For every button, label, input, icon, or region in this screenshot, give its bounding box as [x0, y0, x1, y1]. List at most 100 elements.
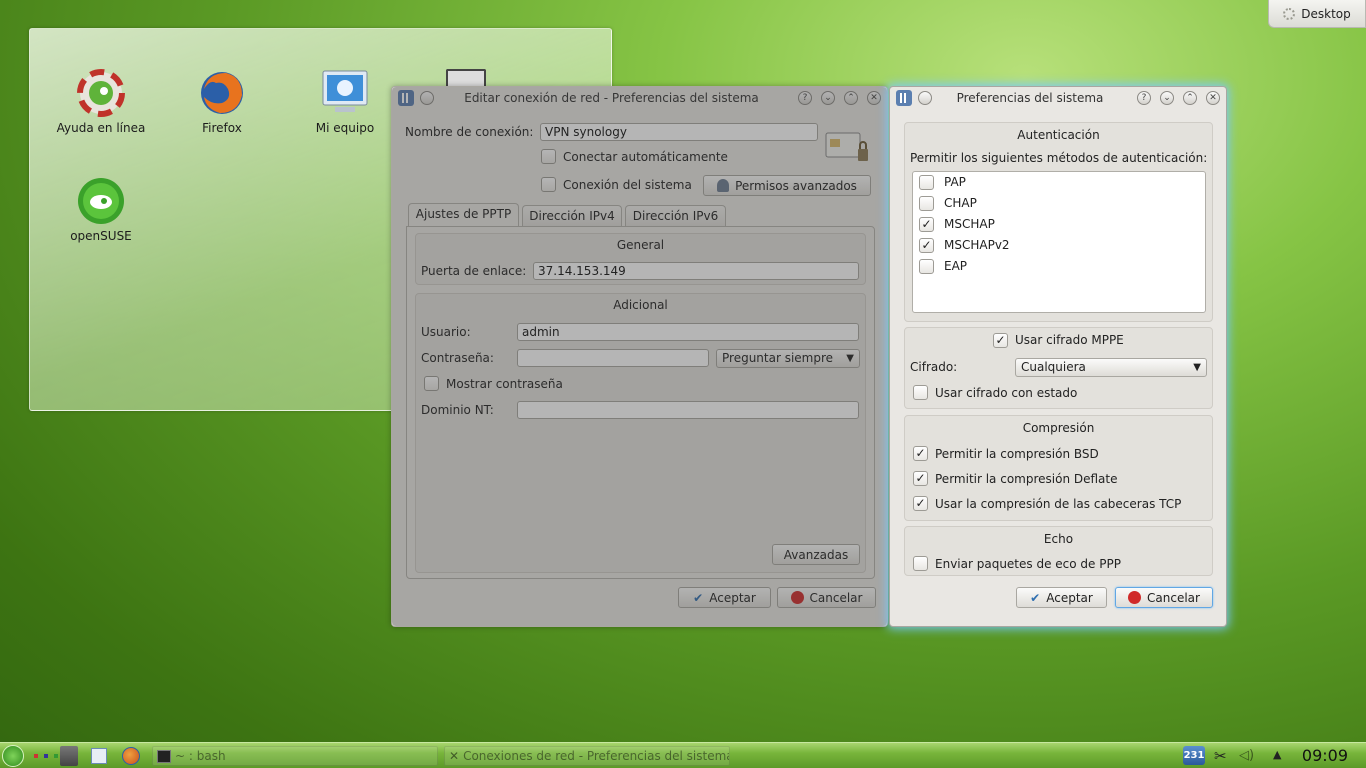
ok-label: Aceptar — [709, 590, 756, 605]
mppe-checkbox[interactable]: ✓ — [993, 333, 1008, 348]
desktop-icon-firefox[interactable]: Firefox — [167, 69, 277, 135]
password-mode-select[interactable]: Preguntar siempre ▼ — [716, 349, 860, 368]
menu-circle-icon[interactable] — [420, 91, 434, 105]
advanced-permissions-button[interactable]: Permisos avanzados — [703, 175, 871, 196]
cipher-value: Cualquiera — [1021, 360, 1086, 374]
cipher-select[interactable]: Cualquiera ▼ — [1015, 358, 1207, 377]
ok-button[interactable]: ✔ Aceptar — [1016, 587, 1107, 608]
task-network-connections[interactable]: ✕ Conexiones de red - Preferencias del s… — [444, 746, 730, 766]
stateful-label: Usar cifrado con estado — [935, 386, 1078, 400]
auto-connect-checkbox[interactable] — [541, 149, 556, 164]
tcp-header-label: Usar la compresión de las cabeceras TCP — [935, 497, 1182, 511]
desktop-icon-label: openSUSE — [70, 229, 132, 243]
desktop-toolbox-button[interactable]: Desktop — [1268, 0, 1366, 28]
close-button[interactable]: ✕ — [867, 91, 881, 105]
preferences-window[interactable]: Preferencias del sistema ? ⌄ ⌃ ✕ Autenti… — [889, 86, 1227, 627]
maximize-button[interactable]: ⌃ — [1183, 91, 1197, 105]
list-item-label: MSCHAPv2 — [944, 238, 1010, 252]
pager-icon[interactable] — [60, 746, 78, 766]
chevron-up-icon[interactable]: ▲ — [1273, 748, 1281, 761]
nt-domain-input[interactable] — [517, 401, 859, 419]
desktop-icon-opensuse[interactable]: openSUSE — [46, 177, 156, 243]
tab-panel: General Puerta de enlace: 37.14.153.149 … — [406, 226, 875, 579]
password-input[interactable] — [517, 349, 709, 367]
tab-ipv4[interactable]: Dirección IPv4 — [522, 205, 622, 227]
additional-group: Adicional Usuario: admin Contraseña: Pre… — [415, 293, 866, 573]
echo-checkbox[interactable] — [913, 556, 928, 571]
ok-button[interactable]: ✔ Aceptar — [678, 587, 771, 608]
cancel-label: Cancelar — [809, 590, 863, 605]
stateful-checkbox[interactable] — [913, 385, 928, 400]
cancel-button[interactable]: Cancelar — [1115, 587, 1213, 608]
auth-methods-list[interactable]: PAP CHAP ✓ MSCHAP ✓ MSCHAPv2 EAP — [912, 171, 1206, 313]
kickoff-menu-icon[interactable] — [2, 745, 24, 767]
system-connection-label: Conexión del sistema — [563, 178, 692, 192]
desktop-icon-label: Mi equipo — [315, 121, 375, 135]
opensuse-icon — [77, 177, 125, 225]
nt-domain-label: Dominio NT: — [421, 403, 494, 417]
deflate-checkbox[interactable]: ✓ — [913, 471, 928, 486]
pap-checkbox[interactable] — [919, 174, 934, 190]
file-manager-icon[interactable] — [91, 748, 107, 764]
firefox-icon[interactable] — [122, 747, 140, 765]
task-label: ~ : bash — [175, 749, 226, 763]
mschapv2-checkbox[interactable]: ✓ — [919, 237, 934, 253]
cipher-label: Cifrado: — [910, 360, 958, 374]
task-bash[interactable]: ~ : bash — [152, 746, 438, 766]
clock[interactable]: 09:09 — [1302, 746, 1348, 765]
help-lifebuoy-icon — [77, 69, 125, 117]
desktop-icon-label: Ayuda en línea — [56, 121, 146, 135]
list-item[interactable]: EAP — [919, 257, 967, 275]
volume-icon[interactable]: ◁) — [1239, 748, 1254, 763]
advanced-button[interactable]: Avanzadas — [772, 544, 860, 565]
advanced-permissions-label: Permisos avanzados — [735, 178, 857, 193]
encryption-group: ✓ Usar cifrado MPPE Cifrado: Cualquiera … — [904, 327, 1213, 409]
list-item[interactable]: ✓ MSCHAP — [919, 215, 995, 233]
titlebar[interactable]: Editar conexión de red - Preferencias de… — [392, 87, 887, 109]
show-password-checkbox[interactable] — [424, 376, 439, 391]
connection-name-input[interactable]: VPN synology — [540, 123, 818, 141]
help-button[interactable]: ? — [1137, 91, 1151, 105]
chap-checkbox[interactable] — [919, 195, 934, 211]
close-button[interactable]: ✕ — [1206, 91, 1220, 105]
desktop-icon-help[interactable]: Ayuda en línea — [46, 69, 156, 135]
deflate-label: Permitir la compresión Deflate — [935, 472, 1118, 486]
scissors-icon[interactable]: ✂ — [1214, 747, 1227, 765]
cashew-icon — [1283, 7, 1296, 20]
list-item[interactable]: CHAP — [919, 194, 977, 212]
compression-title: Compresión — [1022, 421, 1095, 435]
updates-badge[interactable]: 231 — [1183, 746, 1205, 765]
echo-group: Echo Enviar paquetes de eco de PPP — [904, 526, 1213, 576]
compression-group: Compresión ✓ Permitir la compresión BSD … — [904, 415, 1213, 521]
edit-connection-window[interactable]: Editar conexión de red - Preferencias de… — [391, 86, 888, 627]
desktop-button-label: Desktop — [1301, 6, 1351, 21]
ok-label: Aceptar — [1046, 590, 1093, 605]
gateway-input[interactable]: 37.14.153.149 — [533, 262, 859, 280]
maximize-button[interactable]: ⌃ — [844, 91, 858, 105]
tab-pptp[interactable]: Ajustes de PPTP — [408, 203, 519, 227]
help-button[interactable]: ? — [798, 91, 812, 105]
tab-ipv6[interactable]: Dirección IPv6 — [625, 205, 726, 227]
cancel-button[interactable]: Cancelar — [777, 587, 876, 608]
desktop-icon-my-computer[interactable]: Mi equipo — [290, 69, 400, 135]
eap-checkbox[interactable] — [919, 258, 934, 274]
titlebar[interactable]: Preferencias del sistema ? ⌄ ⌃ ✕ — [890, 87, 1226, 109]
list-item[interactable]: PAP — [919, 173, 966, 191]
chevron-down-icon: ▼ — [1193, 362, 1201, 373]
echo-label: Enviar paquetes de eco de PPP — [935, 557, 1121, 571]
cancel-icon — [1128, 591, 1142, 604]
user-input[interactable]: admin — [517, 323, 859, 341]
activities-icon[interactable] — [34, 745, 58, 767]
list-item[interactable]: ✓ MSCHAPv2 — [919, 236, 1010, 254]
bsd-checkbox[interactable]: ✓ — [913, 446, 928, 461]
bsd-label: Permitir la compresión BSD — [935, 447, 1099, 461]
minimize-button[interactable]: ⌄ — [1160, 91, 1174, 105]
authentication-group: Autenticación Permitir los siguientes mé… — [904, 122, 1213, 322]
mschap-checkbox[interactable]: ✓ — [919, 216, 934, 232]
menu-circle-icon[interactable] — [918, 91, 932, 105]
system-connection-checkbox[interactable] — [541, 177, 556, 192]
minimize-button[interactable]: ⌄ — [821, 91, 835, 105]
terminal-icon — [157, 749, 171, 763]
mppe-label: Usar cifrado MPPE — [1015, 333, 1124, 347]
tcp-header-checkbox[interactable]: ✓ — [913, 496, 928, 511]
